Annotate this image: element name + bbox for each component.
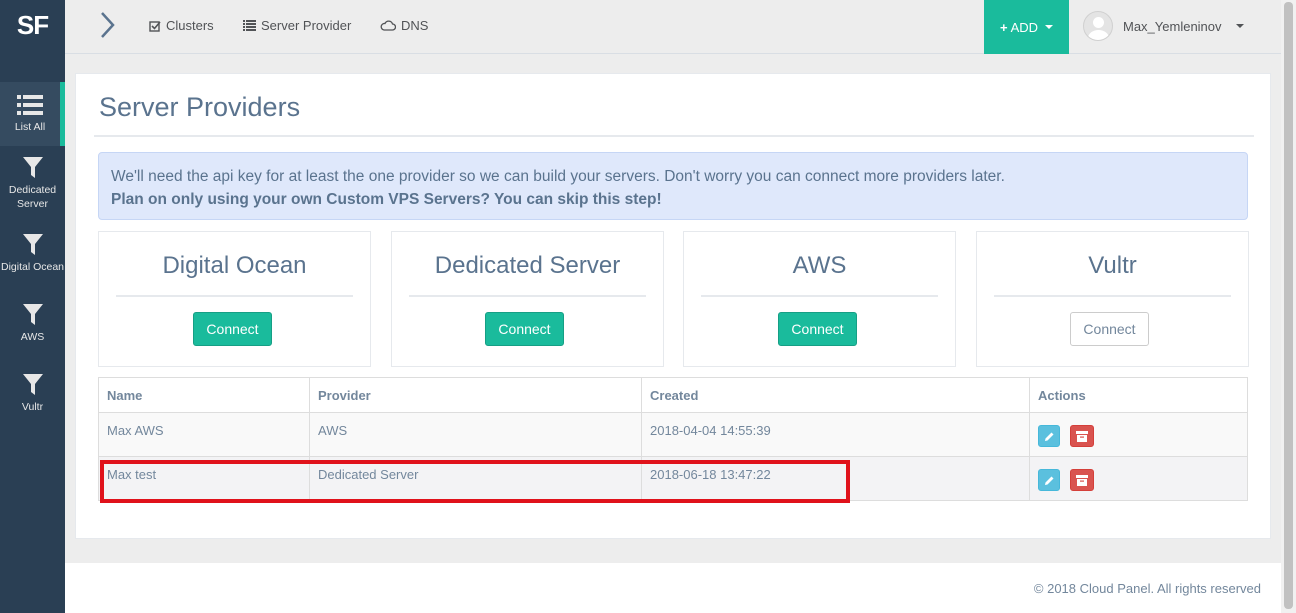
footer-text: © 2018 Cloud Panel. All rights reserved — [1033, 581, 1261, 596]
provider-card-vultr: Vultr Connect — [976, 231, 1249, 367]
edit-button[interactable] — [1038, 469, 1060, 491]
top-nav: Clusters Server Provider DNS + ADD Max_Y… — [65, 0, 1281, 54]
connect-button[interactable]: Connect — [1070, 312, 1149, 346]
sidebar-item-label: AWS — [20, 331, 45, 343]
card-divider — [994, 295, 1231, 297]
provider-name: Digital Ocean — [162, 252, 307, 279]
nav-server-provider[interactable]: Server Provider — [243, 18, 351, 33]
column-header-created[interactable]: Created — [641, 377, 1030, 413]
alert-strong-text: Plan on only using your own Custom VPS S… — [111, 191, 662, 208]
archive-icon — [1075, 430, 1088, 442]
user-name: Max_Yemleninov — [1123, 18, 1222, 34]
cell-actions — [1029, 456, 1248, 501]
connect-button[interactable]: Connect — [778, 312, 857, 346]
nav-label: Clusters — [166, 18, 214, 33]
filter-icon — [22, 374, 43, 395]
sidebar-item-list-all[interactable]: List All — [0, 82, 65, 146]
caret-down-icon — [1235, 24, 1244, 28]
filter-icon — [22, 234, 43, 255]
provider-card-aws: AWS Connect — [683, 231, 956, 367]
highlight-box — [100, 460, 850, 503]
provider-name: Vultr — [1088, 252, 1137, 279]
sidebar-item-label: Digital Ocean — [0, 261, 65, 273]
plus-icon: + — [999, 19, 1008, 35]
pencil-icon — [1044, 476, 1053, 485]
list-icon — [243, 20, 256, 31]
scrollbar-thumb[interactable] — [1284, 2, 1293, 609]
title-divider — [94, 135, 1254, 137]
nav-dns[interactable]: DNS — [380, 18, 428, 33]
page-scrollbar[interactable] — [1281, 0, 1296, 613]
list-icon — [17, 95, 43, 115]
card-divider — [701, 295, 938, 297]
cell-created: 2018-04-04 14:55:39 — [641, 412, 1030, 457]
check-square-icon — [149, 20, 161, 32]
alert-text: We'll need the api key for at least the … — [111, 168, 1005, 185]
sidebar-item-vultr[interactable]: Vultr — [0, 362, 65, 426]
provider-card-dedicated-server: Dedicated Server Connect — [391, 231, 664, 367]
sidebar: SF List All Dedicated Server Digital Oce… — [0, 0, 65, 613]
footer: © 2018 Cloud Panel. All rights reserved — [65, 563, 1281, 613]
add-dropdown-button[interactable]: + ADD — [984, 0, 1069, 54]
cell-provider: AWS — [309, 412, 642, 457]
edit-button[interactable] — [1038, 425, 1060, 447]
avatar — [1083, 11, 1113, 41]
card-divider — [409, 295, 646, 297]
sidebar-item-digital-ocean[interactable]: Digital Ocean — [0, 222, 65, 286]
provider-name: Dedicated Server — [434, 252, 621, 279]
filter-icon — [22, 157, 43, 178]
caret-down-icon — [1045, 25, 1054, 29]
page-title: Server Providers — [99, 92, 301, 122]
sidebar-item-label: List All — [14, 121, 46, 133]
pencil-icon — [1044, 432, 1053, 441]
sidebar-item-label: Dedicated Server — [8, 184, 57, 210]
connect-button[interactable]: Connect — [485, 312, 564, 346]
column-header-name[interactable]: Name — [98, 377, 310, 413]
info-alert: We'll need the api key for at least the … — [98, 152, 1248, 220]
table-row: Max AWS AWS 2018-04-04 14:55:39 — [98, 412, 1248, 457]
provider-name: AWS — [792, 252, 847, 279]
delete-button[interactable] — [1069, 425, 1094, 447]
table-header-row: Name Provider Created Actions — [98, 377, 1248, 413]
delete-button[interactable] — [1069, 469, 1094, 491]
add-label: ADD — [1010, 19, 1039, 35]
column-header-provider[interactable]: Provider — [309, 377, 642, 413]
menu-toggle-chevron-icon[interactable] — [95, 10, 119, 40]
nav-label: DNS — [401, 18, 429, 33]
column-header-actions: Actions — [1029, 377, 1248, 413]
archive-icon — [1075, 474, 1088, 486]
cell-name: Max AWS — [98, 412, 310, 457]
sidebar-item-label: Vultr — [21, 401, 44, 413]
provider-card-digital-ocean: Digital Ocean Connect — [98, 231, 371, 367]
cell-actions — [1029, 412, 1248, 457]
cloud-icon — [380, 20, 396, 31]
filter-icon — [22, 304, 43, 325]
sidebar-item-dedicated-server[interactable]: Dedicated Server — [0, 152, 65, 216]
user-menu[interactable]: Max_Yemleninov — [1083, 11, 1244, 41]
nav-clusters[interactable]: Clusters — [149, 18, 214, 33]
sidebar-item-aws[interactable]: AWS — [0, 292, 65, 356]
brand-logo[interactable]: SF — [0, 0, 65, 50]
nav-label: Server Provider — [261, 18, 352, 33]
connect-button[interactable]: Connect — [193, 312, 272, 346]
card-divider — [116, 295, 353, 297]
